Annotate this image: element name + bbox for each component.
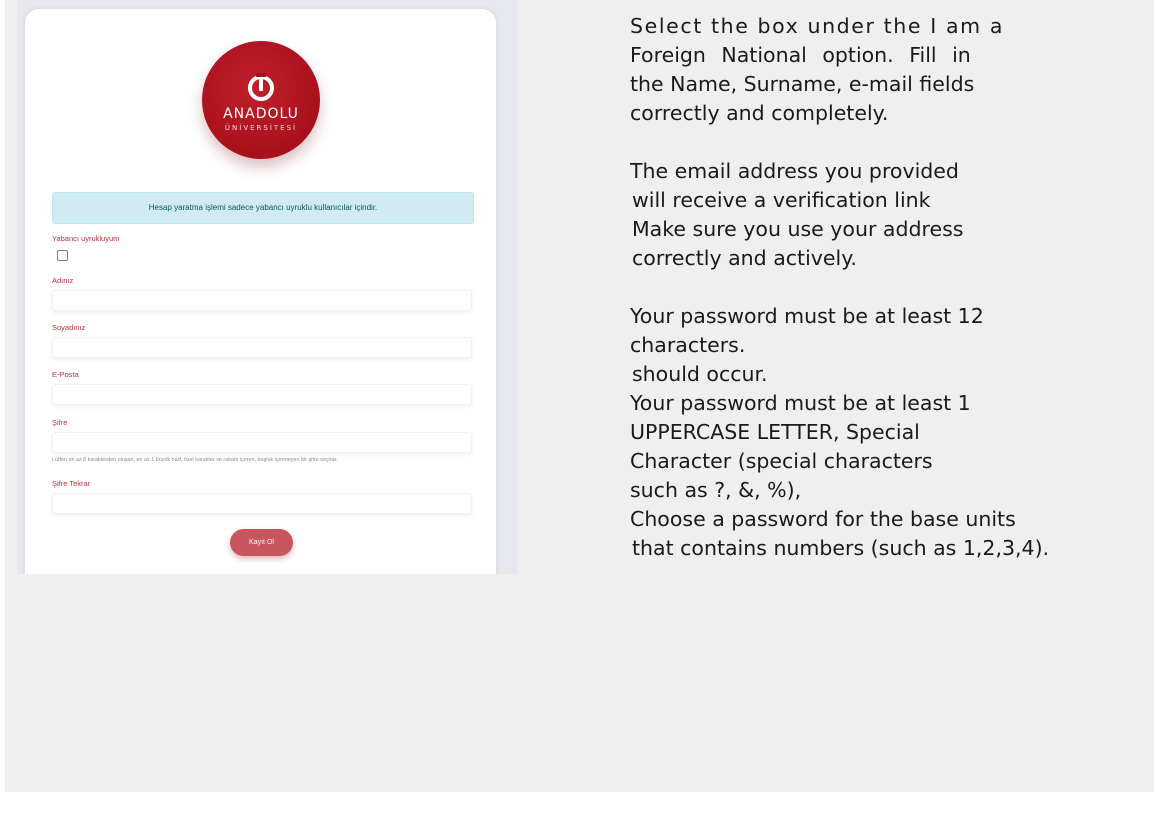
name-input[interactable] — [52, 290, 472, 311]
instruction-line: Choose a password for the base units — [630, 507, 1016, 531]
instruction-line: Select the box under the I am a — [630, 14, 1004, 38]
instruction-line: should occur. — [632, 362, 768, 386]
password-label: Şifre — [52, 418, 68, 427]
instruction-line: The email address you provided — [630, 159, 959, 183]
email-label: E-Posta — [52, 370, 79, 379]
logo-name-text: ANADOLU — [223, 106, 299, 122]
password-hint: Lütfen en az 8 karakterden oluşan, en az… — [52, 457, 339, 463]
instruction-line: correctly and actively. — [632, 246, 857, 270]
instruction-line: will receive a verification link — [632, 188, 931, 212]
name-label: Adınız — [52, 276, 74, 285]
registration-card: ANADOLU ÜNİVERSİTESİ Hesap yaratma işlem… — [25, 9, 496, 574]
instruction-line: correctly and completely. — [630, 101, 889, 125]
info-alert: Hesap yaratma işlemi sadece yabancı uyru… — [52, 192, 474, 224]
instruction-line: Character (special characters — [630, 449, 933, 473]
instruction-line: Your password must be at least 1 — [630, 391, 971, 415]
instruction-line: the Name, Surname, e-mail fields — [630, 72, 975, 96]
password-repeat-input[interactable] — [52, 493, 472, 514]
instructions-paragraph-3: Your password must be at least 12 charac… — [630, 302, 1150, 563]
surname-input[interactable] — [52, 337, 472, 358]
instruction-line: Make sure you use your address — [632, 217, 964, 241]
instruction-line: Foreign National option. Fill in — [630, 43, 971, 67]
instructions-paragraph-1: Select the box under the I am a Foreign … — [630, 12, 1150, 128]
instruction-line: that contains numbers (such as 1,2,3,4). — [632, 536, 1050, 560]
password-repeat-label: Şifre Tekrar — [52, 479, 91, 488]
instruction-line: Your password must be at least 12 — [630, 304, 984, 328]
instruction-line: UPPERCASE LETTER, Special — [630, 420, 920, 444]
anadolu-university-logo: ANADOLU ÜNİVERSİTESİ — [202, 41, 320, 159]
instructions-text: Select the box under the I am a Foreign … — [630, 12, 1150, 563]
foreign-national-label: Yabancı uyrukluyum — [52, 234, 120, 243]
instructions-paragraph-2: The email address you provided will rece… — [630, 157, 1150, 273]
instruction-line: such as ?, &, %), — [630, 478, 802, 502]
logo-subtitle-text: ÜNİVERSİTESİ — [224, 124, 298, 132]
email-input[interactable] — [52, 384, 472, 405]
register-button[interactable]: Kayıt Ol — [230, 529, 293, 556]
password-input[interactable] — [52, 432, 472, 453]
surname-label: Soyadınız — [52, 323, 86, 332]
instruction-line: characters. — [630, 333, 746, 357]
university-emblem-icon — [248, 73, 274, 101]
foreign-national-checkbox[interactable] — [57, 250, 68, 261]
registration-form-screenshot: ANADOLU ÜNİVERSİTESİ Hesap yaratma işlem… — [17, 0, 518, 574]
